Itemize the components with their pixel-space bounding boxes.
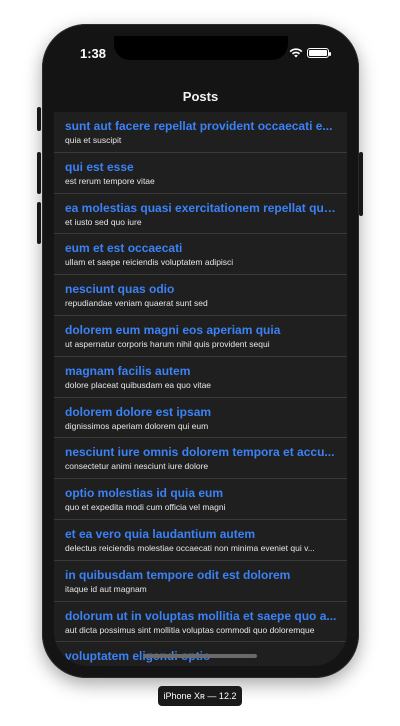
navigation-bar: Posts <box>54 80 347 112</box>
status-bar: 1:38 <box>54 36 347 80</box>
post-subtitle: quo et expedita modi cum officia vel mag… <box>65 502 226 513</box>
post-title: dolorem eum magni eos aperiam quia <box>65 322 281 337</box>
post-title: ea molestias quasi exercitationem repell… <box>65 200 337 215</box>
notch <box>114 36 288 60</box>
post-subtitle: aut dicta possimus sint mollitia volupta… <box>65 624 315 635</box>
list-item[interactable]: in quibusdam tempore odit est dolorem ita… <box>54 561 347 602</box>
post-subtitle: consectetur animi nesciunt iure dolore <box>65 461 209 472</box>
list-item[interactable]: ea molestias quasi exercitationem repell… <box>54 194 347 235</box>
wifi-icon <box>289 48 303 58</box>
mute-switch <box>37 107 41 131</box>
power-button <box>359 152 363 216</box>
screen: 1:38 Posts sunt aut facere repellat prov… <box>54 36 347 666</box>
volume-up-button <box>37 152 41 194</box>
list-item[interactable]: qui est esse est rerum tempore vitae <box>54 153 347 194</box>
post-subtitle: fuga et accusamus dolorum perferendis il… <box>65 665 337 666</box>
post-title: nesciunt quas odio <box>65 282 175 297</box>
post-title: in quibusdam tempore odit est dolorem <box>65 567 291 582</box>
list-item[interactable]: dolorem dolore est ipsam dignissimos aper… <box>54 398 347 439</box>
list-item[interactable]: nesciunt quas odio repudiandae veniam qua… <box>54 275 347 316</box>
battery-level <box>309 50 327 56</box>
post-subtitle: ullam et saepe reiciendis voluptatem adi… <box>65 257 234 268</box>
post-subtitle: repudiandae veniam quaerat sunt sed <box>65 298 208 309</box>
post-subtitle: dolore placeat quibusdam ea quo vitae <box>65 379 212 390</box>
status-time: 1:38 <box>80 46 107 61</box>
home-indicator[interactable] <box>144 654 257 658</box>
list-item[interactable]: magnam facilis autem dolore placeat quibu… <box>54 357 347 398</box>
battery-icon <box>307 48 331 58</box>
list-item[interactable]: nesciunt iure omnis dolorem tempora et a… <box>54 438 347 479</box>
post-subtitle: et iusto sed quo iure <box>65 216 142 227</box>
post-title: dolorem dolore est ipsam <box>65 404 212 419</box>
post-title: dolorum ut in voluptas mollitia et saepe… <box>65 608 337 623</box>
post-title: et ea vero quia laudantium autem <box>65 526 256 541</box>
page-title: Posts <box>182 88 219 104</box>
list-item[interactable]: sunt aut facere repellat provident occae… <box>54 112 347 153</box>
post-title: nesciunt iure omnis dolorem tempora et a… <box>65 445 335 460</box>
list-item[interactable]: dolorem eum magni eos aperiam quia ut asp… <box>54 316 347 357</box>
post-subtitle: quia et suscipit <box>65 135 122 145</box>
post-title: sunt aut facere repellat provident occae… <box>65 119 333 133</box>
post-title: qui est esse <box>65 159 134 174</box>
status-icons <box>289 48 331 58</box>
list-item[interactable]: et ea vero quia laudantium autem delectus… <box>54 520 347 561</box>
post-subtitle: ut aspernatur corporis harum nihil quis … <box>65 338 270 349</box>
post-title: eum et est occaecati <box>65 241 183 256</box>
post-subtitle: dignissimos aperiam dolorem qui eum <box>65 420 209 431</box>
posts-list: sunt aut facere repellat provident occae… <box>54 112 347 666</box>
post-title: optio molestias id quia eum <box>65 486 224 501</box>
post-subtitle: itaque id aut magnam <box>65 583 147 594</box>
post-subtitle: delectus reiciendis molestiae occaecati … <box>65 542 315 553</box>
list-item[interactable]: optio molestias id quia eum quo et expedi… <box>54 479 347 520</box>
list-item[interactable]: dolorum ut in voluptas mollitia et saepe… <box>54 602 347 643</box>
list-item[interactable]: eum et est occaecati ullam et saepe reici… <box>54 234 347 275</box>
post-subtitle: est rerum tempore vitae <box>65 175 155 186</box>
device-label: iPhone Xʀ — 12.2 <box>158 686 242 706</box>
device-frame: 1:38 Posts sunt aut facere repellat prov… <box>42 24 359 678</box>
post-title: magnam facilis autem <box>65 363 191 378</box>
volume-down-button <box>37 202 41 244</box>
